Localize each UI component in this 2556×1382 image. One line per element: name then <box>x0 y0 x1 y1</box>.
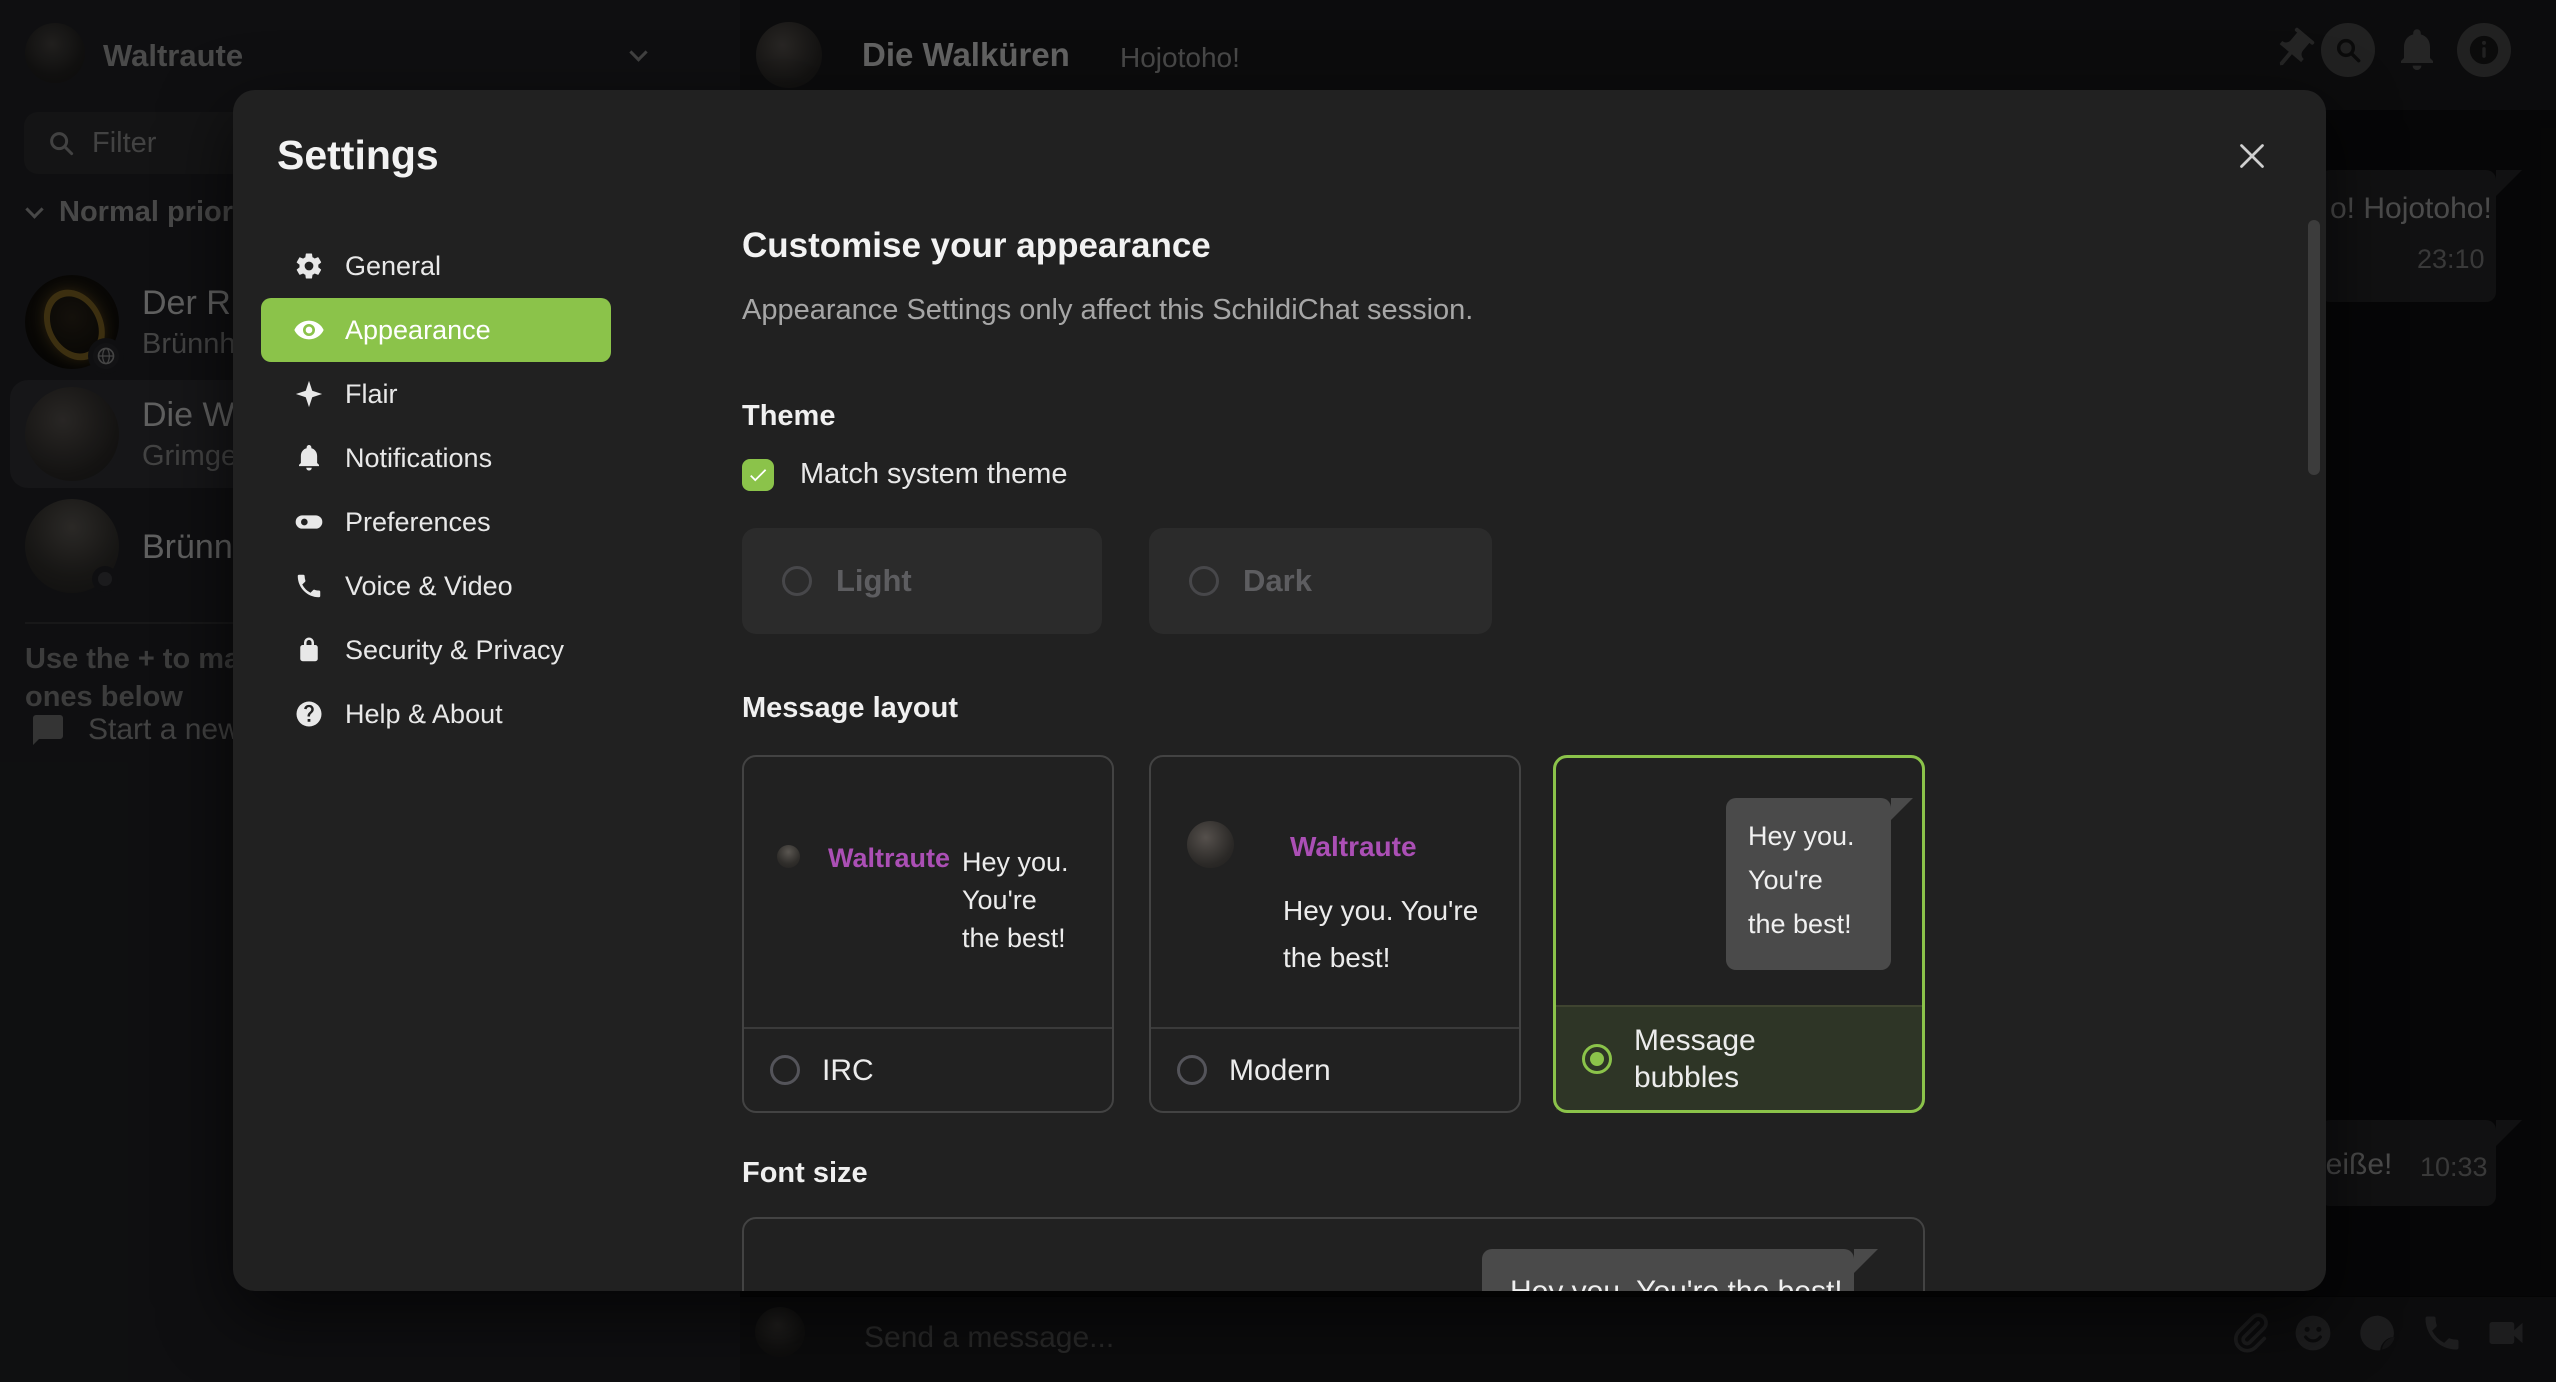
irc-radio[interactable] <box>770 1055 800 1085</box>
sparkle-icon <box>293 378 325 410</box>
nav-label: General <box>345 251 441 282</box>
bubble-tail <box>1854 1249 1878 1273</box>
toggle-icon <box>293 506 325 538</box>
settings-nav-item-flair[interactable]: Flair <box>261 362 611 426</box>
settings-nav-item-appearance[interactable]: Appearance <box>261 298 611 362</box>
layout-card-modern[interactable]: Waltraute Hey you. You're the best! Mode… <box>1149 755 1521 1113</box>
nav-label: Preferences <box>345 507 491 538</box>
layout-card-irc[interactable]: Waltraute Hey you. You're the best! IRC <box>742 755 1114 1113</box>
preview-avatar <box>777 845 800 868</box>
page-title: Customise your appearance <box>742 226 1211 266</box>
preview-bubble: Hey you. You're the best! <box>1726 798 1891 970</box>
theme-option-label: Dark <box>1243 563 1312 599</box>
light-radio[interactable] <box>782 566 812 596</box>
layout-card-footer: Modern <box>1151 1027 1519 1111</box>
modern-radio[interactable] <box>1177 1055 1207 1085</box>
phone-icon <box>293 570 325 602</box>
settings-nav: General Appearance Flair Notifications <box>261 234 613 746</box>
settings-nav-item-general[interactable]: General <box>261 234 611 298</box>
nav-label: Help & About <box>345 699 503 730</box>
message-layout-heading: Message layout <box>742 692 958 725</box>
message-bubbles-radio[interactable] <box>1582 1044 1612 1074</box>
bell-icon <box>293 442 325 474</box>
checkbox-label: Match system theme <box>800 458 1068 491</box>
gear-icon <box>293 250 325 282</box>
theme-section-heading: Theme <box>742 400 835 433</box>
nav-label: Notifications <box>345 443 492 474</box>
layout-card-footer: IRC <box>744 1027 1112 1111</box>
layout-label: Modern <box>1229 1052 1331 1089</box>
preview-message: Hey you. You're the best! <box>1283 887 1478 981</box>
layout-card-message-bubbles[interactable]: Hey you. You're the best! Message bubble… <box>1553 755 1925 1113</box>
page-subtitle: Appearance Settings only affect this Sch… <box>742 294 1473 327</box>
settings-nav-item-voice-video[interactable]: Voice & Video <box>261 554 611 618</box>
match-system-theme-row: Match system theme <box>742 458 1068 491</box>
question-circle-icon <box>293 698 325 730</box>
nav-label: Flair <box>345 379 398 410</box>
dark-radio[interactable] <box>1189 566 1219 596</box>
settings-nav-item-security-privacy[interactable]: Security & Privacy <box>261 618 611 682</box>
settings-content: Customise your appearance Appearance Set… <box>742 90 1925 1291</box>
nav-label: Appearance <box>345 315 491 346</box>
lock-icon <box>293 634 325 666</box>
font-preview-bubble: Hey you. You're the best! <box>1482 1249 1854 1291</box>
preview-avatar <box>1187 821 1234 868</box>
bubble-tail <box>1891 798 1913 820</box>
theme-option-light[interactable]: Light <box>742 528 1102 634</box>
preview-sender: Waltraute <box>828 843 950 874</box>
settings-nav-item-preferences[interactable]: Preferences <box>261 490 611 554</box>
layout-card-footer: Message bubbles <box>1556 1005 1922 1110</box>
modal-scrollbar-thumb[interactable] <box>2308 220 2320 475</box>
theme-option-label: Light <box>836 563 912 599</box>
app-window: Waltraute Filter Normal priorit Der Rin … <box>0 0 2556 1382</box>
layout-label: Message bubbles <box>1634 1022 1794 1096</box>
settings-dialog: Settings General Appearance <box>233 90 2326 1291</box>
font-size-heading: Font size <box>742 1157 868 1190</box>
close-icon[interactable] <box>2230 134 2274 178</box>
nav-label: Voice & Video <box>345 571 513 602</box>
preview-sender: Waltraute <box>1290 831 1417 863</box>
settings-nav-item-help-about[interactable]: Help & About <box>261 682 611 746</box>
settings-nav-item-notifications[interactable]: Notifications <box>261 426 611 490</box>
dialog-title: Settings <box>277 132 439 179</box>
eye-icon <box>293 314 325 346</box>
nav-label: Security & Privacy <box>345 635 564 666</box>
match-system-theme-checkbox[interactable] <box>742 459 774 491</box>
theme-option-dark[interactable]: Dark <box>1149 528 1492 634</box>
font-size-preview-card: Hey you. You're the best! <box>742 1217 1925 1291</box>
preview-message: Hey you. You're the best! <box>962 843 1069 957</box>
layout-label: IRC <box>822 1052 874 1089</box>
